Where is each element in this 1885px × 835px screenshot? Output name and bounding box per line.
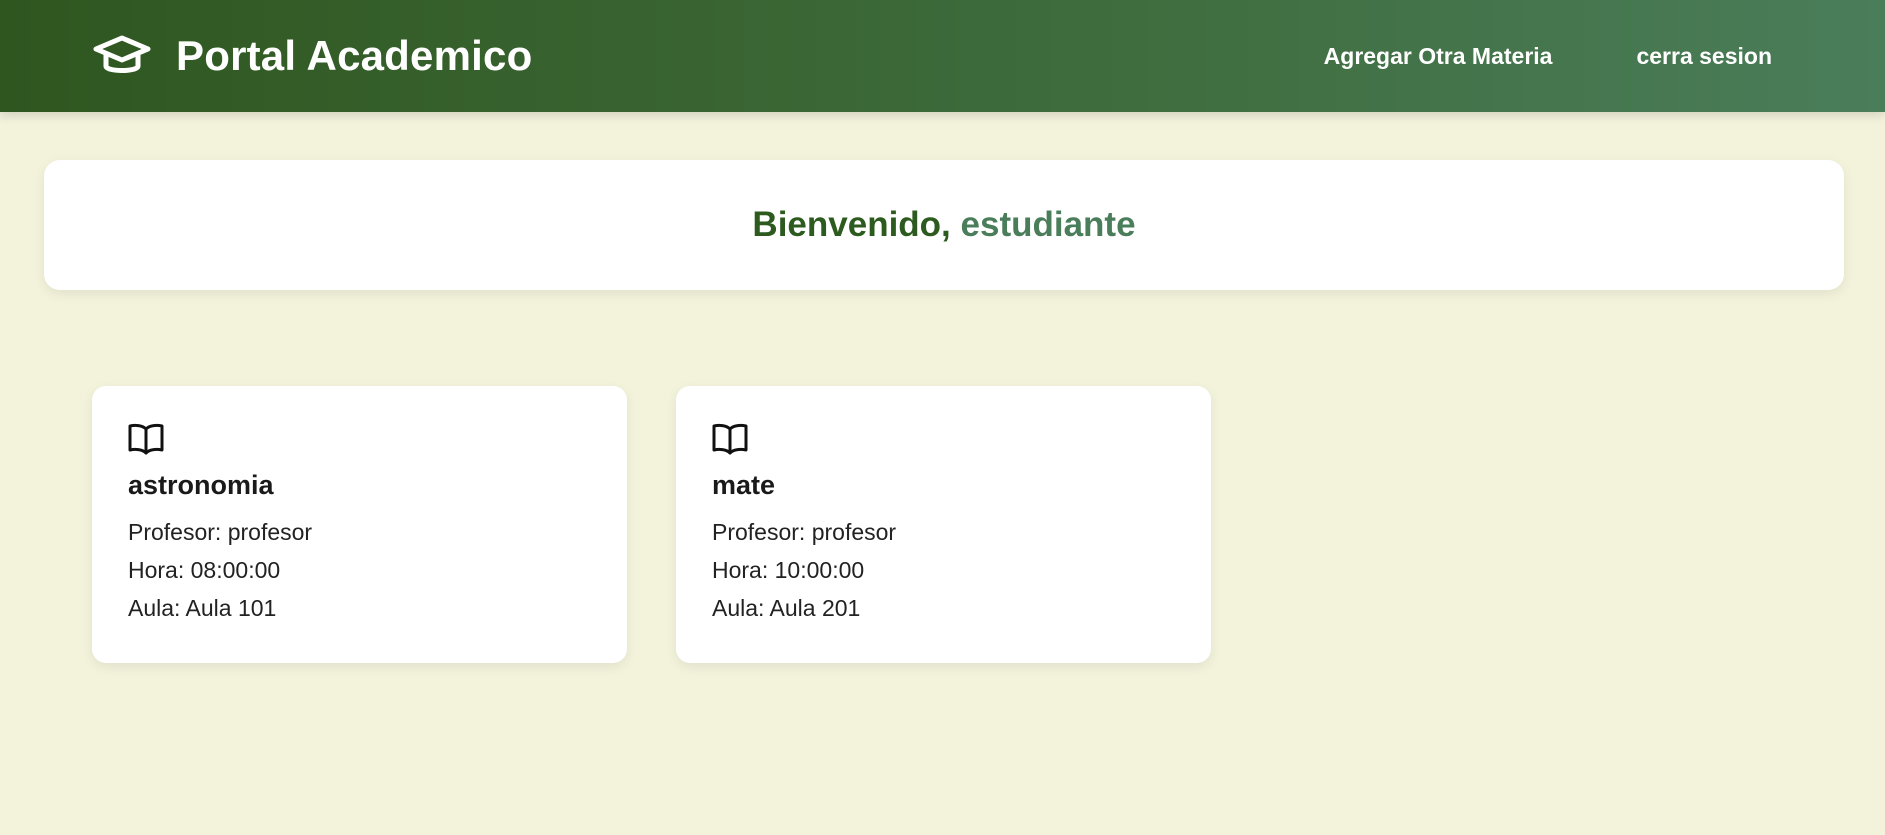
course-time: Hora: 10:00:00 xyxy=(712,557,865,583)
logout-link[interactable]: cerra sesion xyxy=(1636,43,1772,70)
course-cards: astronomia Profesor: profesor Hora: 08:0… xyxy=(92,386,1211,663)
book-open-icon xyxy=(712,422,748,456)
welcome-username: estudiante xyxy=(960,205,1136,244)
course-name: mate xyxy=(712,470,776,500)
book-open-icon xyxy=(128,422,164,456)
course-card[interactable]: mate Profesor: profesor Hora: 10:00:00 A… xyxy=(676,386,1211,663)
app-title: Portal Academico xyxy=(176,32,533,79)
add-subject-link[interactable]: Agregar Otra Materia xyxy=(1324,43,1553,70)
header-nav: Agregar Otra Materia cerra sesion xyxy=(1324,0,1885,112)
graduation-cap-icon xyxy=(92,32,152,80)
course-room: Aula: Aula 201 xyxy=(712,595,861,621)
course-card[interactable]: astronomia Profesor: profesor Hora: 08:0… xyxy=(92,386,627,663)
welcome-heading: Bienvenido, estudiante xyxy=(752,205,1135,245)
course-name: astronomia xyxy=(128,470,274,500)
course-time: Hora: 08:00:00 xyxy=(128,557,281,583)
top-navbar: Portal Academico Agregar Otra Materia ce… xyxy=(0,0,1885,112)
welcome-greeting: Bienvenido, xyxy=(752,205,961,244)
welcome-panel: Bienvenido, estudiante xyxy=(44,160,1844,290)
course-teacher: Profesor: profesor xyxy=(128,519,313,545)
brand-home-link[interactable]: Portal Academico xyxy=(92,26,532,86)
course-teacher: Profesor: profesor xyxy=(712,519,897,545)
course-room: Aula: Aula 101 xyxy=(128,595,277,621)
